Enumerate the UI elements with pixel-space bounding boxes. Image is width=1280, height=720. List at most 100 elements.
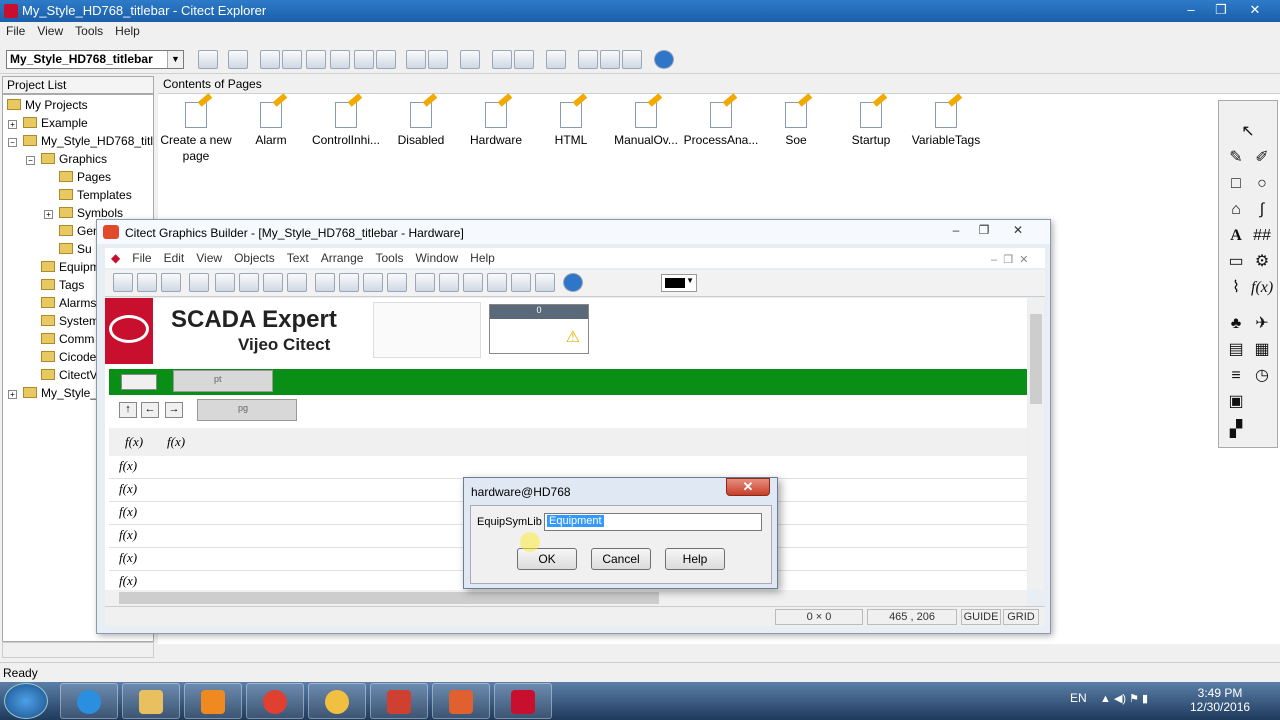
align-icon[interactable] xyxy=(463,273,483,292)
tree-my-style-2[interactable]: My_Style_ xyxy=(23,386,97,400)
active-x-icon[interactable]: ▤ xyxy=(1225,339,1247,361)
tree-cicode[interactable]: Cicode xyxy=(41,350,96,364)
tray-icons[interactable]: ▲ ◀) ⚑ ▮ xyxy=(1100,692,1148,705)
cicode-object[interactable]: f(x) xyxy=(119,550,137,566)
grid-icon[interactable] xyxy=(511,273,531,292)
tool-icon-4[interactable] xyxy=(376,50,396,69)
bring-front-icon[interactable] xyxy=(487,273,507,292)
arrow-right-icon[interactable]: → xyxy=(165,402,183,418)
tree-communication[interactable]: Comm xyxy=(41,332,94,346)
paste-genie-icon[interactable]: ✈ xyxy=(1251,313,1273,335)
help-icon[interactable] xyxy=(563,273,583,292)
refresh-icon[interactable] xyxy=(546,50,566,69)
builder-menu-file[interactable]: File xyxy=(126,248,157,268)
group-icon[interactable] xyxy=(415,273,435,292)
menu-help[interactable]: Help xyxy=(109,22,146,40)
language-indicator[interactable]: EN xyxy=(1070,691,1087,705)
cicode-object[interactable]: f(x) xyxy=(125,434,143,450)
copy-icon[interactable] xyxy=(339,273,359,292)
tree-system[interactable]: System xyxy=(41,314,99,328)
tree-super-genies[interactable]: Su xyxy=(59,242,92,256)
equipment-icon[interactable]: ≡ xyxy=(1225,365,1247,387)
tree-equipment[interactable]: Equipm xyxy=(41,260,100,274)
file-explorer-icon[interactable] xyxy=(122,683,180,719)
backup-icon[interactable] xyxy=(260,50,280,69)
help-button[interactable]: Help xyxy=(665,548,725,570)
builder-menu-objects[interactable]: Objects xyxy=(228,248,281,268)
compile-icon[interactable] xyxy=(287,273,307,292)
polygon-icon[interactable]: ⌂ xyxy=(1225,199,1247,221)
help-icon[interactable] xyxy=(654,50,674,69)
cut-icon[interactable] xyxy=(315,273,335,292)
button-icon[interactable]: ▭ xyxy=(1225,251,1247,273)
paste-symbol-icon[interactable]: ♣ xyxy=(1225,313,1247,335)
color-picker[interactable]: ▼ xyxy=(661,274,697,292)
page-disabled[interactable]: Disabled xyxy=(383,102,459,148)
page-properties-icon[interactable] xyxy=(263,273,283,292)
open-icon[interactable] xyxy=(137,273,157,292)
tree-alarms[interactable]: Alarms xyxy=(41,296,96,310)
pointer-icon[interactable]: ↖ xyxy=(1237,121,1259,143)
rectangle-icon[interactable]: □ xyxy=(1225,173,1247,195)
trend-icon[interactable]: ⌇ xyxy=(1225,277,1247,299)
maximize-button[interactable]: ❐ xyxy=(1206,0,1236,20)
builder-minimize-button[interactable]: – xyxy=(943,222,969,240)
builder-menu-arrange[interactable]: Arrange xyxy=(315,248,370,268)
citect-explorer-icon[interactable] xyxy=(370,683,428,719)
paint-icon[interactable] xyxy=(308,683,366,719)
new-project-icon[interactable] xyxy=(198,50,218,69)
page-title-field[interactable]: pt xyxy=(173,370,273,392)
pen-icon[interactable]: ✐ xyxy=(1251,147,1273,169)
cicode-object[interactable]: f(x) xyxy=(119,458,137,474)
collapse-icon[interactable]: − xyxy=(8,138,17,147)
ungroup-icon[interactable] xyxy=(439,273,459,292)
large-icons-icon[interactable] xyxy=(578,50,598,69)
copy-icon[interactable] xyxy=(406,50,426,69)
start-button[interactable] xyxy=(4,683,48,719)
chrome-icon[interactable] xyxy=(246,683,304,719)
chart-icon[interactable]: ▞ xyxy=(1225,419,1247,441)
tree-example[interactable]: Example xyxy=(23,116,88,130)
scroll-thumb[interactable] xyxy=(1030,314,1042,404)
list-icon[interactable] xyxy=(600,50,620,69)
page-hardware[interactable]: Hardware xyxy=(458,102,534,148)
tree-templates[interactable]: Templates xyxy=(59,188,132,202)
citect-runtime-icon[interactable] xyxy=(494,683,552,719)
cicode-object[interactable]: f(x) xyxy=(119,481,137,497)
expand-icon[interactable]: + xyxy=(44,210,53,219)
builder-menu-help[interactable]: Help xyxy=(464,248,501,268)
collapse-icon[interactable]: − xyxy=(26,156,35,165)
builder-menu-view[interactable]: View xyxy=(190,248,228,268)
tree-citect[interactable]: CitectV xyxy=(41,368,98,382)
page-soe[interactable]: Soe xyxy=(758,102,834,148)
dialog-close-button[interactable]: ✕ xyxy=(726,478,770,496)
paste-icon[interactable] xyxy=(363,273,383,292)
close-button[interactable]: ✕ xyxy=(1240,0,1270,20)
internet-explorer-icon[interactable] xyxy=(60,683,118,719)
import-icon[interactable] xyxy=(492,50,512,69)
pack-icon[interactable] xyxy=(228,50,248,69)
equip-sym-lib-input[interactable]: Equipment xyxy=(544,513,762,531)
undo-icon[interactable] xyxy=(387,273,407,292)
page-processana[interactable]: ProcessAna... xyxy=(683,102,759,148)
cancel-button[interactable]: Cancel xyxy=(591,548,651,570)
graphics-builder-icon[interactable] xyxy=(432,683,490,719)
guide-toggle[interactable]: GUIDE xyxy=(961,609,1001,625)
tree-tags[interactable]: Tags xyxy=(41,278,84,292)
menu-view[interactable]: View xyxy=(31,22,69,40)
cicode-object[interactable]: f(x) xyxy=(119,504,137,520)
tree-symbols[interactable]: Symbols xyxy=(59,206,123,220)
page-startup[interactable]: Startup xyxy=(833,102,909,148)
tree-graphics[interactable]: Graphics xyxy=(41,152,107,166)
grid-toggle[interactable]: GRID xyxy=(1003,609,1039,625)
builder-menu-text[interactable]: Text xyxy=(281,248,315,268)
export-icon[interactable] xyxy=(514,50,534,69)
bitmap-icon[interactable]: ▣ xyxy=(1225,391,1247,413)
library-icon[interactable] xyxy=(215,273,235,292)
expand-icon[interactable]: + xyxy=(8,390,17,399)
cicode-object[interactable]: f(x) xyxy=(167,434,185,450)
freehand-icon[interactable]: ✎ xyxy=(1225,147,1247,169)
restore-icon[interactable] xyxy=(282,50,302,69)
scroll-thumb[interactable] xyxy=(119,592,659,604)
tree-my-projects[interactable]: My Projects xyxy=(7,98,88,112)
